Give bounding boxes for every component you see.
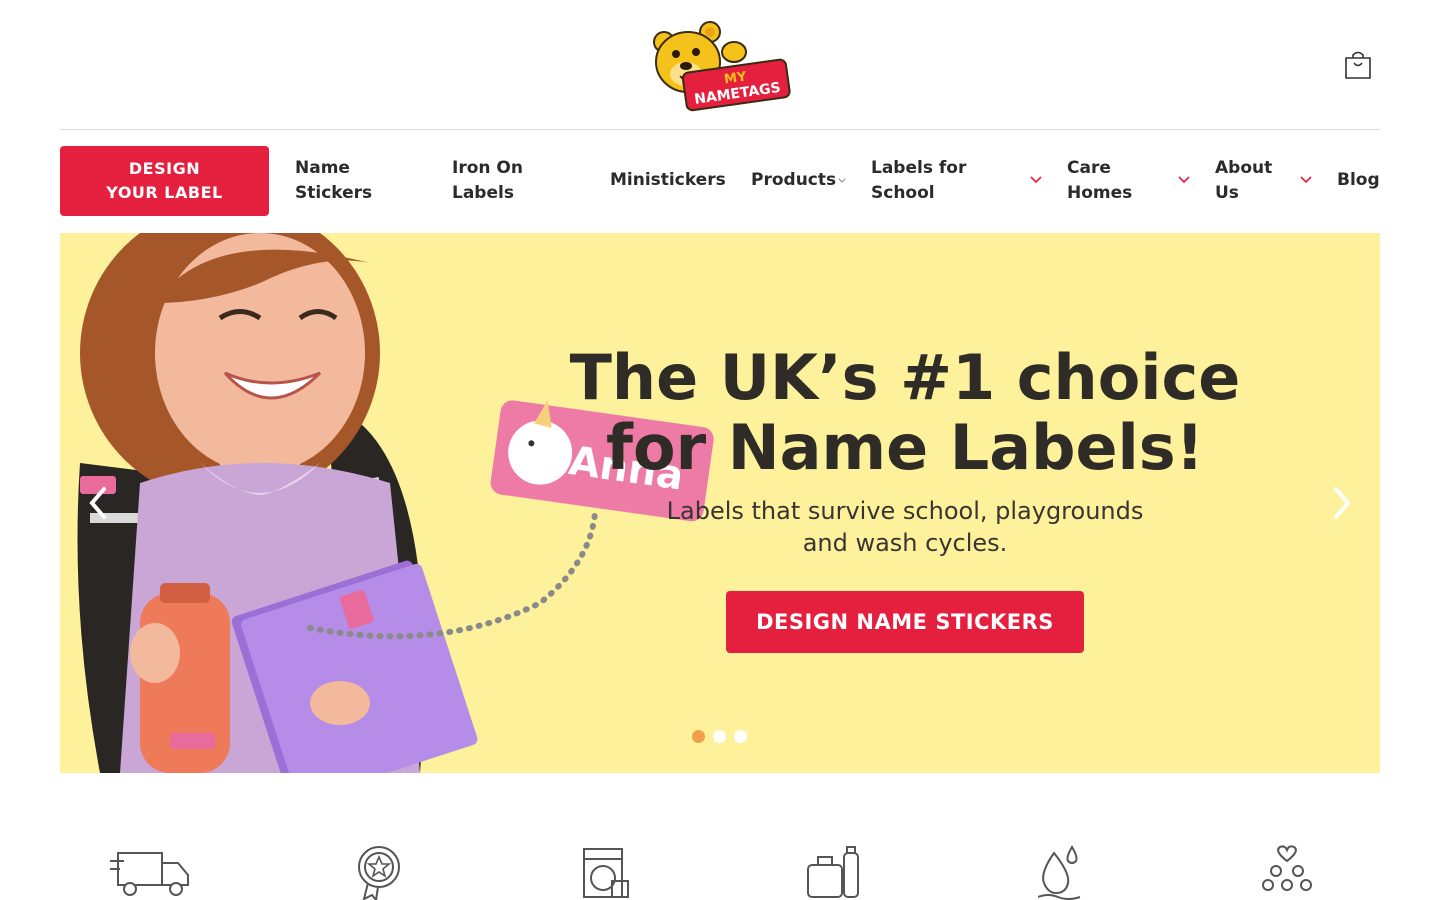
nav-item-iron-on-labels[interactable]: Iron On Labels — [452, 156, 557, 206]
page: MY NAMETAGS DESIGN YOUR LABEL Name Stick… — [0, 0, 1440, 900]
hero-carousel: Anna The UK’s #1 choice for Name Labels!… — [60, 233, 1380, 773]
hero-subtitle: Labels that survive school, playgrounds … — [666, 497, 1144, 557]
nav-item-labels-for-school[interactable]: Labels for School — [871, 156, 981, 206]
main-navigation: DESIGN YOUR LABEL Name Stickers Iron On … — [60, 146, 1380, 216]
nav-item-name-stickers[interactable]: Name Stickers — [295, 156, 415, 206]
feature-icons-row — [60, 845, 1380, 900]
waterproof-drop-icon — [1038, 845, 1081, 900]
chevron-down-icon[interactable] — [1178, 173, 1190, 185]
carousel-next-arrow-icon[interactable] — [1328, 483, 1356, 523]
chevron-down-icon[interactable] — [1300, 173, 1312, 185]
carousel-prev-arrow-icon[interactable] — [84, 483, 112, 523]
design-name-stickers-button[interactable]: DESIGN NAME STICKERS — [726, 591, 1084, 653]
nav-item-ministickers[interactable]: Ministickers — [610, 168, 726, 193]
nav-item-about-us[interactable]: About Us — [1215, 156, 1285, 206]
chevron-down-icon[interactable] — [838, 176, 846, 184]
carousel-dot[interactable] — [713, 730, 726, 743]
nav-item-products[interactable]: Products — [751, 168, 836, 193]
community-heart-icon — [1262, 845, 1312, 891]
lunchbox-bottle-icon — [807, 846, 859, 898]
chevron-down-icon[interactable] — [1030, 173, 1042, 185]
washing-machine-icon — [583, 848, 629, 898]
carousel-dot[interactable] — [692, 730, 705, 743]
site-header: MY NAMETAGS — [60, 0, 1380, 130]
my-nametags-logo[interactable]: MY NAMETAGS — [650, 18, 792, 112]
award-badge-icon — [358, 846, 400, 900]
carousel-dot[interactable] — [734, 730, 747, 743]
delivery-truck-icon — [110, 852, 189, 896]
design-your-label-button[interactable]: DESIGN YOUR LABEL — [60, 146, 269, 216]
shopping-bag-icon[interactable] — [1344, 50, 1372, 80]
hero-title: The UK’s #1 choice for Name Labels! — [569, 341, 1241, 484]
nav-item-care-homes[interactable]: Care Homes — [1067, 156, 1147, 206]
carousel-dots — [692, 730, 747, 744]
nav-item-blog[interactable]: Blog — [1337, 168, 1380, 193]
